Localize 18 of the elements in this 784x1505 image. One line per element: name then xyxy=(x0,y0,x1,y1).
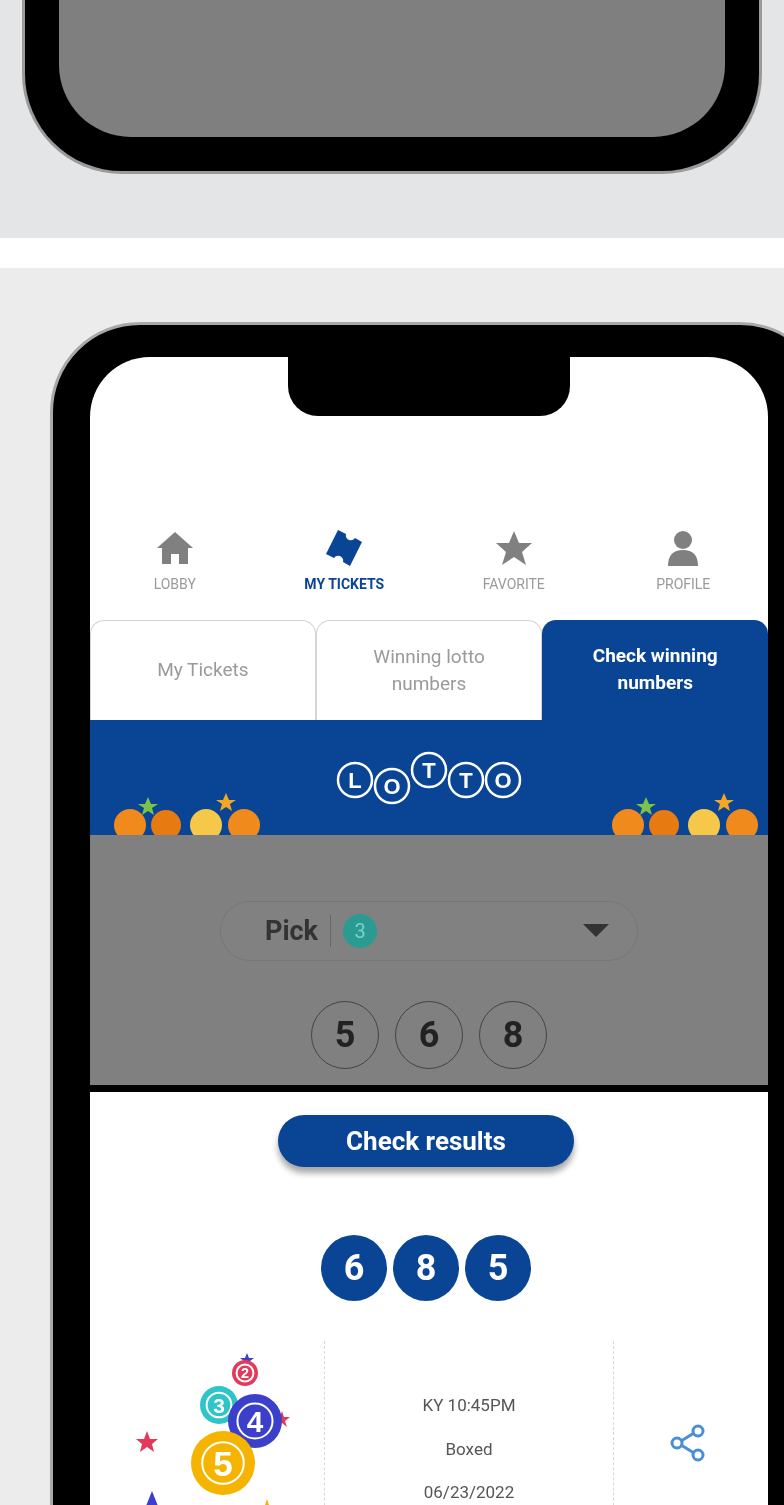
lotto-logo: L O T T O xyxy=(331,748,527,808)
nav-tab[interactable]: FAVORITE xyxy=(429,520,599,620)
pick-count-badge: 3 xyxy=(343,914,378,948)
draw-date: 06/23/2022 xyxy=(423,1481,515,1504)
draw-name: KY 10:45PM xyxy=(422,1394,516,1417)
nav-tab[interactable]: LOBBY xyxy=(90,520,260,620)
tab[interactable]: Check winning numbers xyxy=(542,620,768,720)
pick-label: Pick xyxy=(265,913,319,949)
lottery-balls-drawing: 2 3 4 5 xyxy=(107,1351,307,1505)
play-type: Boxed xyxy=(445,1437,493,1461)
check-results-button[interactable]: Check results xyxy=(278,1115,574,1167)
tab[interactable]: My Tickets xyxy=(90,620,316,720)
nav-tab[interactable]: PROFILE xyxy=(598,520,768,620)
caret-icon xyxy=(583,924,609,938)
ticket-icon xyxy=(324,528,365,568)
nav-tab[interactable]: MY TICKETS xyxy=(259,520,429,620)
tab[interactable]: Winning lotto numbers xyxy=(315,620,543,720)
pick-dropdown[interactable]: Pick 3 xyxy=(220,901,638,961)
